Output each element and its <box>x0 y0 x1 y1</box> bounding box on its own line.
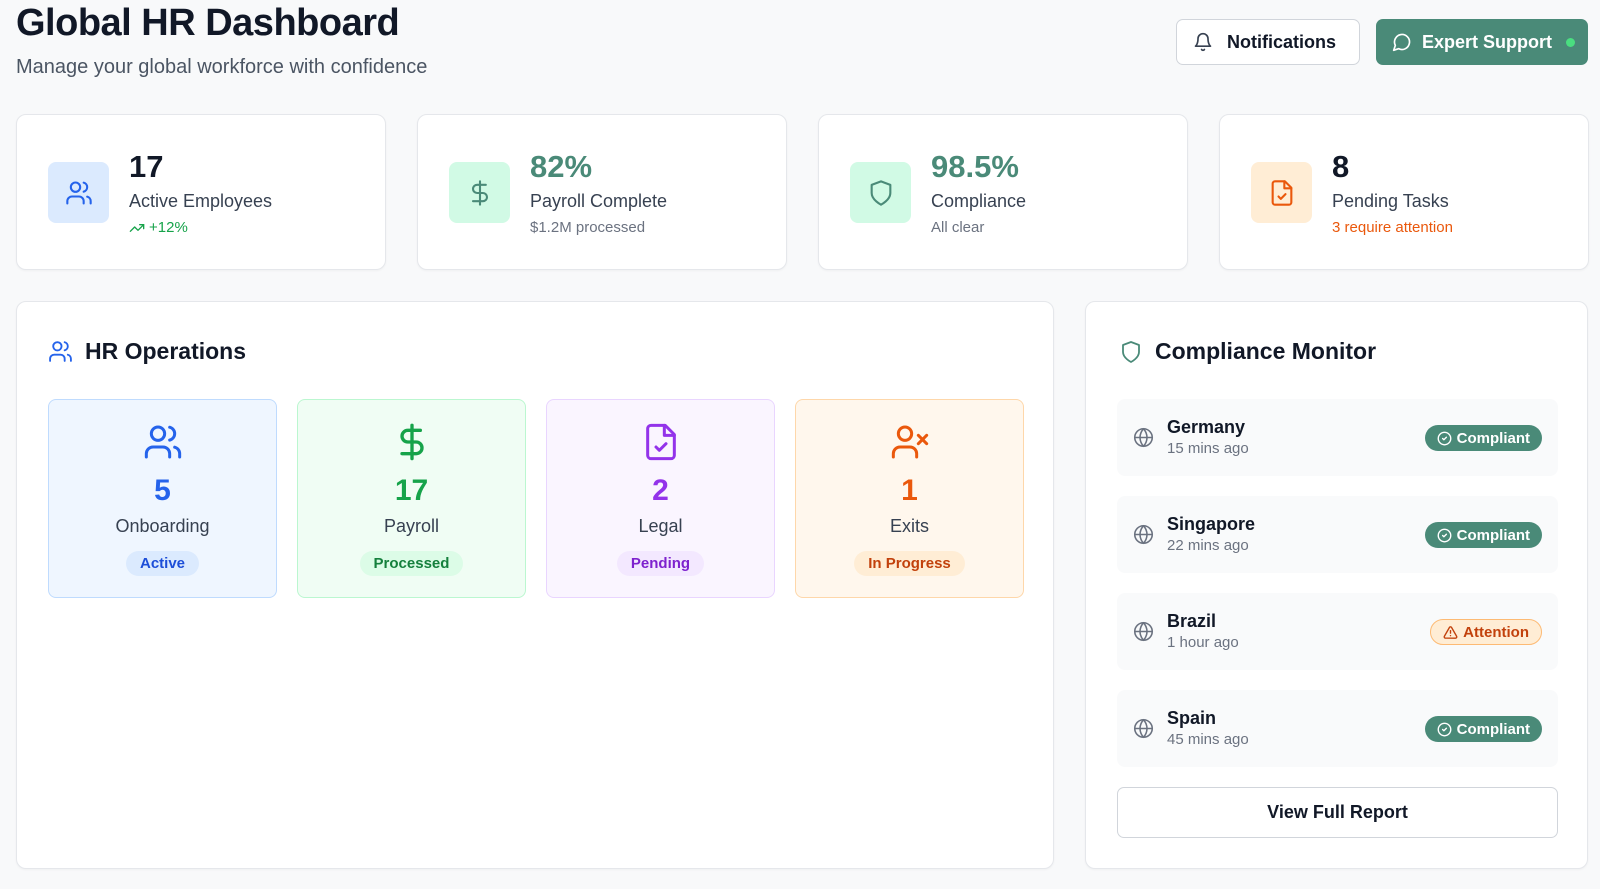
stat-trend: +12% <box>129 219 188 236</box>
users-icon <box>48 339 73 364</box>
op-value: 1 <box>901 474 918 507</box>
op-label: Onboarding <box>115 516 210 536</box>
hr-operations-heading: HR Operations <box>85 338 247 364</box>
stat-label: Pending Tasks <box>1332 191 1449 211</box>
page-header: Global HR Dashboard Manage your global w… <box>16 0 1588 90</box>
status-label: Compliant <box>1456 720 1530 738</box>
globe-icon <box>1133 524 1154 545</box>
status-label: Attention <box>1463 623 1529 641</box>
online-status-dot <box>1566 37 1576 47</box>
country-row-singapore[interactable]: Singapore 22 mins ago Compliant <box>1117 496 1558 573</box>
stat-value: 8 <box>1332 149 1350 184</box>
users-icon <box>49 422 276 462</box>
stat-trend-value: +12% <box>149 219 188 236</box>
page-subtitle: Manage your global workforce with confid… <box>16 56 428 78</box>
check-circle-icon <box>1437 722 1452 737</box>
shield-icon <box>850 162 911 223</box>
country-updated-time: 22 mins ago <box>1167 537 1249 554</box>
view-full-report-button[interactable]: View Full Report <box>1117 787 1558 838</box>
stat-card-active-employees: 17 Active Employees +12% <box>16 114 386 270</box>
status-badge: Compliant <box>1424 522 1542 548</box>
compliance-monitor-heading: Compliance Monitor <box>1155 338 1377 364</box>
op-card-legal[interactable]: 2 Legal Pending <box>546 399 775 598</box>
op-label: Exits <box>889 516 929 536</box>
user-x-icon <box>796 422 1023 462</box>
country-name: Brazil <box>1167 611 1217 631</box>
notifications-label: Notifications <box>1227 31 1337 52</box>
dollar-icon <box>449 162 510 223</box>
globe-icon <box>1133 621 1154 642</box>
file-check-icon <box>547 422 774 462</box>
hr-operations-panel: HR Operations 5 Onboarding Active 17 Pay… <box>16 301 1054 869</box>
dollar-icon <box>298 422 525 462</box>
op-label: Legal <box>638 516 683 536</box>
country-updated-time: 15 mins ago <box>1167 440 1249 457</box>
country-row-spain[interactable]: Spain 45 mins ago Compliant <box>1117 690 1558 767</box>
check-circle-icon <box>1437 431 1452 446</box>
status-badge: Compliant <box>1424 425 1542 451</box>
stat-label: Compliance <box>931 191 1027 211</box>
stat-card-pending-tasks: 8 Pending Tasks 3 require attention <box>1219 114 1589 270</box>
globe-icon <box>1133 718 1154 739</box>
op-value: 17 <box>394 474 429 507</box>
page-title: Global HR Dashboard <box>16 2 400 44</box>
country-row-germany[interactable]: Germany 15 mins ago Compliant <box>1117 399 1558 476</box>
country-updated-time: 45 mins ago <box>1167 731 1249 748</box>
globe-icon <box>1133 427 1154 448</box>
warning-triangle-icon <box>1443 625 1458 640</box>
op-status-badge: Active <box>125 551 200 576</box>
expert-support-button[interactable]: Expert Support <box>1376 19 1588 65</box>
stat-label: Active Employees <box>129 191 273 211</box>
op-value: 5 <box>154 474 171 507</box>
op-label: Payroll <box>383 516 440 536</box>
op-status-badge: In Progress <box>854 551 965 576</box>
status-badge: Compliant <box>1424 716 1542 742</box>
shield-icon <box>1119 340 1143 364</box>
country-row-brazil[interactable]: Brazil 1 hour ago Attention <box>1117 593 1558 670</box>
stat-value: 17 <box>129 149 164 184</box>
check-circle-icon <box>1437 528 1452 543</box>
op-value: 2 <box>652 474 669 507</box>
op-card-exits[interactable]: 1 Exits In Progress <box>795 399 1024 598</box>
expert-support-label: Expert Support <box>1422 31 1553 52</box>
file-check-icon <box>1251 162 1312 223</box>
compliance-monitor-title: Compliance Monitor <box>1119 338 1376 365</box>
stat-label: Payroll Complete <box>530 191 668 211</box>
country-name: Germany <box>1167 417 1246 437</box>
compliance-monitor-panel: Compliance Monitor Germany 15 mins ago C… <box>1085 301 1588 869</box>
stat-value: 82% <box>530 149 593 184</box>
op-card-onboarding[interactable]: 5 Onboarding Active <box>48 399 277 598</box>
status-badge: Attention <box>1430 619 1542 645</box>
stat-sub: 3 require attention <box>1332 219 1453 236</box>
stat-value: 98.5% <box>931 149 1019 184</box>
bell-icon <box>1193 32 1213 52</box>
country-updated-time: 1 hour ago <box>1167 634 1239 651</box>
stat-sub: $1.2M processed <box>530 219 646 236</box>
stat-card-compliance: 98.5% Compliance All clear <box>818 114 1188 270</box>
trending-up-icon <box>129 220 145 236</box>
users-icon <box>48 162 109 223</box>
op-status-badge: Pending <box>616 551 705 576</box>
op-card-payroll[interactable]: 17 Payroll Processed <box>297 399 526 598</box>
country-name: Spain <box>1167 708 1217 728</box>
notifications-button[interactable]: Notifications <box>1176 19 1360 65</box>
country-name: Singapore <box>1167 514 1256 534</box>
stat-card-payroll-complete: 82% Payroll Complete $1.2M processed <box>417 114 787 270</box>
hr-operations-title: HR Operations <box>48 338 246 365</box>
stat-sub: All clear <box>931 219 985 236</box>
status-label: Compliant <box>1456 526 1530 544</box>
status-label: Compliant <box>1456 429 1530 447</box>
chat-bubble-icon <box>1392 32 1412 52</box>
op-status-badge: Processed <box>359 551 464 576</box>
